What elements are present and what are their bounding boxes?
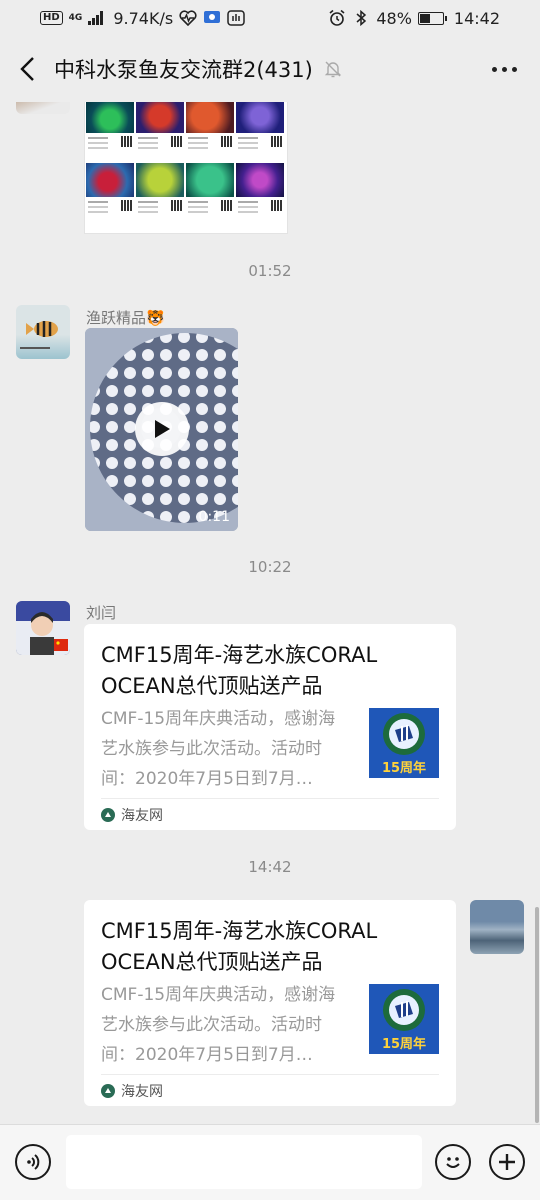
- card-thumbnail: 15周年: [369, 708, 439, 778]
- collage-tile: [236, 102, 284, 163]
- collage-tile: [136, 163, 184, 227]
- chat-header: 中科水泵鱼友交流群2(431): [0, 36, 540, 102]
- thumb-badge: 15周年: [381, 761, 427, 776]
- alarm-icon: [328, 9, 346, 26]
- video-message[interactable]: 0:11: [85, 328, 238, 531]
- more-icon: [491, 66, 497, 72]
- status-bar: HD 4G 9.74K/s 48% 14:42: [0, 0, 540, 36]
- card-source: 海友网: [101, 805, 163, 825]
- message-list[interactable]: 01:52 渔跃精品🐯 0:11 10:22 刘闫 CMF15周年-海艺水族CO…: [0, 102, 540, 1124]
- source-name: 海友网: [121, 808, 163, 824]
- my-avatar[interactable]: [470, 900, 524, 954]
- battery-level: [419, 13, 430, 23]
- clock: 14:42: [453, 8, 500, 28]
- back-button[interactable]: [0, 36, 54, 102]
- card-divider: [101, 1074, 439, 1075]
- play-button[interactable]: [135, 402, 189, 456]
- timestamp: 14:42: [248, 858, 292, 876]
- link-card[interactable]: CMF15周年-海艺水族CORAL OCEAN总代顶贴送产品 CMF-15周年庆…: [84, 624, 456, 830]
- source-name: 海友网: [121, 1084, 163, 1100]
- emoji-icon: [446, 1157, 460, 1168]
- video-duration: 0:11: [198, 509, 230, 525]
- voice-button[interactable]: [15, 1144, 51, 1180]
- collage-tile: [186, 163, 234, 227]
- bluetooth-icon: [352, 10, 370, 26]
- emoji-button[interactable]: [435, 1144, 471, 1180]
- sender-name: 渔跃精品🐯: [86, 309, 165, 327]
- more-button[interactable]: [484, 54, 524, 84]
- sender-name: 刘闫: [86, 604, 117, 622]
- network-type: 4G: [68, 12, 83, 23]
- signal-icon: [88, 11, 104, 25]
- hd-indicator: HD: [40, 11, 63, 25]
- product-collage-image[interactable]: [84, 102, 288, 234]
- voice-icon: [27, 1154, 40, 1170]
- back-arrow-icon: [20, 57, 34, 81]
- add-button[interactable]: [489, 1144, 525, 1180]
- card-divider: [101, 798, 439, 799]
- collage-tile: [86, 102, 134, 163]
- mute-bell-icon: [324, 61, 342, 78]
- collage-tile: [236, 163, 284, 227]
- avatar[interactable]: [16, 305, 70, 359]
- timestamp: 10:22: [248, 558, 292, 576]
- network-speed: 9.74K/s: [113, 8, 174, 28]
- card-title: CMF15周年-海艺水族CORAL OCEAN总代顶贴送产品: [101, 919, 378, 974]
- source-app-icon: [101, 1084, 115, 1098]
- add-icon: [499, 1154, 515, 1170]
- battery-percent: 48%: [376, 8, 412, 28]
- collage-tile: [86, 163, 134, 227]
- card-description: CMF-15周年庆典活动，感谢海艺水族参与此次活动。活动时间：2020年7月5日…: [101, 709, 336, 789]
- message-input[interactable]: [66, 1135, 422, 1189]
- timestamp: 01:52: [248, 262, 292, 280]
- collage-tile: [186, 102, 234, 163]
- link-card[interactable]: CMF15周年-海艺水族CORAL OCEAN总代顶贴送产品 CMF-15周年庆…: [84, 900, 456, 1106]
- avatar[interactable]: [16, 102, 70, 114]
- card-description: CMF-15周年庆典活动，感谢海艺水族参与此次活动。活动时间：2020年7月5日…: [101, 985, 336, 1065]
- screen-share-icon: [203, 10, 221, 26]
- input-bar: [0, 1124, 540, 1200]
- card-source: 海友网: [101, 1081, 163, 1101]
- card-title: CMF15周年-海艺水族CORAL OCEAN总代顶贴送产品: [101, 643, 378, 698]
- play-icon: [155, 420, 170, 438]
- child-avatar-icon: [16, 601, 70, 655]
- collage-tile: [136, 102, 184, 163]
- thumb-badge: 15周年: [381, 1037, 427, 1052]
- scrollbar[interactable]: [535, 907, 539, 1123]
- source-app-icon: [101, 808, 115, 822]
- heart-rate-icon: [179, 10, 197, 26]
- chat-title[interactable]: 中科水泵鱼友交流群2(431): [54, 54, 313, 84]
- card-thumbnail: 15周年: [369, 984, 439, 1054]
- battery-icon: [417, 11, 447, 25]
- fish-avatar-icon: [20, 321, 58, 349]
- gesture-icon: [227, 10, 245, 26]
- avatar[interactable]: [16, 601, 70, 655]
